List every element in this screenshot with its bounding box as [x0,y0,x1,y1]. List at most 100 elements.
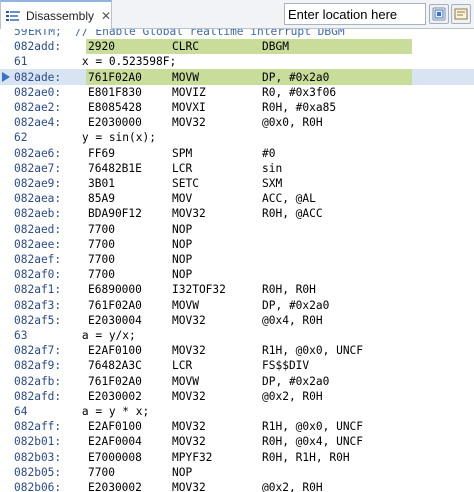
source-line-number: 61 [14,55,28,69]
mnemonic: MPYF32 [172,450,213,464]
instruction-address: 082af7: [14,344,62,358]
opcode-bytes: E2AF0100 [88,344,142,358]
opcode-bytes: 761F02A0 [88,298,142,312]
opcode-bytes: E2030002 [88,389,142,403]
instruction-address: 082aff: [14,420,62,434]
mnemonic: NOP [172,268,193,282]
opcode-bytes: 761F02A0 [88,374,142,388]
instruction-row[interactable]: 082ae6: FF69 SPM #0 [0,146,474,161]
mnemonic: MOV32 [172,207,206,221]
instruction-row[interactable]: 082aef: 7700 NOP [0,252,474,267]
instruction-address: 082ae2: [14,101,62,114]
instruction-row[interactable]: 082aea: 85A9 MOV ACC, @AL [0,191,474,206]
source-line[interactable]: 63 a = y/x; [0,328,474,343]
instruction-row[interactable]: 082ae9: 3B01 SETC SXM [0,176,474,191]
instruction-address: 082af5: [14,313,62,327]
instruction-row[interactable]: 082add: 2920 CLRC DBGM [0,39,474,54]
source-text: x = 0.523598F; [28,55,177,69]
instruction-row[interactable]: 082af5: E2030004 MOV32 @0x4, R0H [0,313,474,328]
operands: R1H, @0x0, UNCF [262,344,364,358]
instruction-row[interactable]: 082ae4: E2030000 MOV32 @0x0, R0H [0,115,474,130]
mnemonic: MOV32 [172,481,206,492]
tab-disassembly[interactable]: Disassembly ✕ [0,0,112,29]
tab-label: Disassembly [26,8,95,23]
opcode-bytes: 76482B1E [88,161,142,175]
instruction-address: 082aeb: [14,207,62,221]
opcode-bytes: E7000008 [88,450,142,464]
instruction-address: 082add: [14,40,62,54]
opcode-bytes: 2920 [88,40,115,54]
source-line[interactable]: 61 x = 0.523598F; [0,54,474,69]
instruction-row[interactable]: 082aed: 7700 NOP [0,222,474,237]
instruction-row[interactable]: 082afd: E2030002 MOV32 @0x2, R0H [0,389,474,404]
instruction-row[interactable]: 082aeb: BDA90F12 MOV32 R0H, @ACC [0,206,474,221]
opcode-bytes: 7700 [88,237,115,251]
instruction-row[interactable]: 082afb: 761F02A0 MOVW DP, #0x2a0 [0,374,474,389]
opcode-bytes: E2030000 [88,116,142,130]
instruction-row[interactable]: 082ade: 761F02A0 MOVW DP, #0x2a0 [0,70,474,85]
instruction-address: 082aef: [14,253,62,266]
instruction-address: 082ae6: [14,146,62,160]
source-text: y = sin(x); [28,131,156,145]
opcode-bytes: 761F02A0 [88,70,142,84]
instruction-row[interactable]: 082ae2: E8085428 MOVXI R0H, #0xa85 [0,100,474,115]
opcode-bytes: 85A9 [88,192,115,206]
instruction-row[interactable]: 082af0: 7700 NOP [0,267,474,282]
instruction-row[interactable]: 082af9: 76482A3C LCR FS$$DIV [0,358,474,373]
mnemonic: NOP [172,253,193,266]
operands: @0x0, R0H [262,116,323,130]
instruction-address: 082ae7: [14,161,62,175]
instruction-row[interactable]: 082b01: E2AF0004 MOV32 R0H, @0x4, UNCF [0,434,474,449]
mnemonic: SETC [172,177,199,190]
instruction-address: 082afd: [14,389,62,403]
mnemonic: MOV32 [172,313,206,327]
operands: ACC, @AL [262,192,316,206]
operands: @0x2, R0H [262,481,323,492]
instruction-row[interactable]: 082ae0: E801F830 MOVIZ R0, #0x3f06 [0,85,474,100]
editor-tab-bar: Disassembly ✕ [0,0,474,29]
source-line-number: 59 [14,29,28,38]
mnemonic: MOVXI [172,101,206,114]
instruction-row[interactable]: 082b05: 7700 NOP [0,465,474,480]
instruction-row[interactable]: 082af1: E6890000 I32TOF32 R0H, R0H [0,282,474,297]
go-to-location-icon [432,7,446,21]
instruction-address: 082ade: [14,70,62,84]
opcode-bytes: E8085428 [88,101,142,114]
location-input[interactable] [284,3,426,25]
opcode-bytes: BDA90F12 [88,207,142,221]
opcode-bytes: FF69 [88,146,115,160]
instruction-row[interactable]: 082aff: E2AF0100 MOV32 R1H, @0x0, UNCF [0,419,474,434]
mnemonic: NOP [172,237,193,251]
instruction-row[interactable]: 082af7: E2AF0100 MOV32 R1H, @0x0, UNCF [0,343,474,358]
instruction-address: 082af9: [14,359,62,373]
mnemonic: NOP [172,222,193,236]
source-line[interactable]: 59 ERTM; // Enable Global realtime interr… [0,29,474,39]
mnemonic: I32TOF32 [172,283,226,297]
operands: R0H, R1H, R0H [262,450,350,464]
source-text: a = y/x; [28,329,136,342]
opcode-bytes: E2030004 [88,313,142,327]
source-text: a = y * x; [28,405,150,418]
instruction-row[interactable]: 082b03: E7000008 MPYF32 R0H, R1H, R0H [0,450,474,465]
source-line[interactable]: 62 y = sin(x); [0,130,474,145]
instruction-row[interactable]: 082ae7: 76482B1E LCR sin [0,161,474,176]
view-menu-button[interactable] [451,4,471,24]
instruction-row[interactable]: 082b06: E2030002 MOV32 @0x2, R0H [0,480,474,492]
go-to-location-button[interactable] [429,4,449,24]
mnemonic: NOP [172,465,193,479]
mnemonic: MOV32 [172,389,206,403]
mnemonic: MOVW [172,298,199,312]
instruction-address: 082af1: [14,283,62,297]
instruction-row[interactable]: 082aee: 7700 NOP [0,237,474,252]
disassembly-listing[interactable]: 59 ERTM; // Enable Global realtime interr… [0,29,474,492]
close-icon[interactable]: ✕ [101,9,111,23]
opcode-bytes: 76482A3C [88,359,142,373]
instruction-row[interactable]: 082af3: 761F02A0 MOVW DP, #0x2a0 [0,298,474,313]
operands: @0x2, R0H [262,389,323,403]
opcode-bytes: E2AF0004 [88,435,142,449]
opcode-bytes: 7700 [88,268,115,282]
instruction-address: 082afb: [14,374,62,388]
opcode-bytes: 7700 [88,222,115,236]
opcode-bytes: E6890000 [88,283,142,297]
source-line[interactable]: 64 a = y * x; [0,404,474,419]
